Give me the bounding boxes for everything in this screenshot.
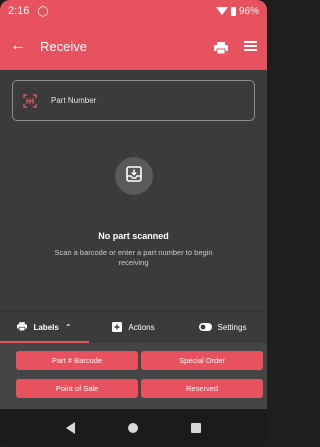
app-bar: ← Receive — [0, 22, 267, 70]
inbox-download-icon — [125, 165, 143, 188]
empty-state-title: No part scanned — [98, 231, 169, 241]
status-bar: 2:16 ◯ 96% — [0, 0, 267, 22]
tab-labels[interactable]: Labels ⌃ — [0, 322, 89, 333]
labels-panel: Part # Barcode Special Order Point of Sa… — [0, 343, 267, 409]
status-time: 2:16 — [8, 5, 30, 17]
status-icons: 96% — [215, 5, 259, 17]
empty-state-subtitle: Scan a barcode or enter a part number to… — [54, 248, 213, 267]
battery-percent: 96% — [238, 5, 259, 17]
tab-actions[interactable]: Actions — [89, 321, 178, 334]
wifi-icon — [215, 7, 228, 15]
point-of-sale-button[interactable]: Point of Sale — [16, 379, 138, 398]
special-order-button[interactable]: Special Order — [141, 351, 263, 370]
part-barcode-button[interactable]: Part # Barcode — [16, 351, 138, 370]
app-bar-actions — [214, 41, 257, 54]
tab-settings[interactable]: Settings — [178, 322, 267, 333]
part-number-placeholder: Part Number — [51, 96, 97, 105]
cast-icon: ◯ — [37, 5, 49, 17]
nav-back-icon[interactable] — [66, 422, 76, 434]
chevron-up-icon: ⌃ — [64, 323, 72, 332]
hamburger-menu-icon[interactable] — [244, 41, 257, 51]
phone-screen: 2:16 ◯ 96% ← Receive Part Number No part… — [0, 0, 267, 447]
nav-home-icon[interactable] — [127, 423, 138, 433]
empty-state-circle — [115, 157, 153, 195]
tab-actions-label: Actions — [128, 323, 155, 332]
bottom-tab-bar: Labels ⌃ Actions Settings — [0, 311, 267, 343]
back-arrow-icon[interactable]: ← — [10, 37, 30, 55]
barcode-scan-icon[interactable] — [23, 93, 37, 108]
add-box-icon — [112, 321, 123, 334]
system-nav-bar — [0, 409, 267, 447]
reserved-button[interactable]: Reserved — [141, 379, 263, 398]
printer-icon[interactable] — [214, 41, 228, 54]
tab-labels-label: Labels — [33, 323, 59, 332]
printer-icon — [17, 322, 28, 333]
tab-settings-label: Settings — [217, 323, 247, 332]
nav-recents-icon[interactable] — [190, 423, 201, 433]
part-number-field[interactable]: Part Number — [12, 80, 255, 121]
page-title: Receive — [40, 38, 87, 54]
battery-icon — [230, 6, 236, 16]
toggle-icon — [198, 322, 212, 333]
